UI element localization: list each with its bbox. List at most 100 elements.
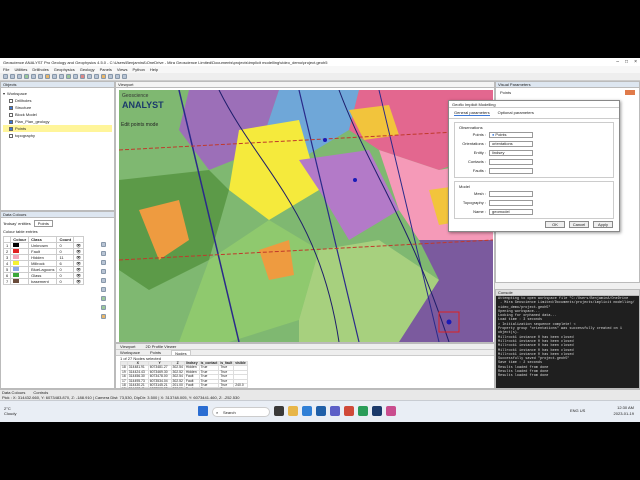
colour-table-row[interactable]: 7 basement 0 👁 [2, 278, 85, 285]
tree-item-block-model[interactable]: Block Model [3, 111, 112, 118]
view-top-icon[interactable] [108, 74, 113, 79]
measure-icon[interactable] [52, 74, 57, 79]
menu-geology[interactable]: Geology [80, 67, 95, 72]
tree-item-structure[interactable]: Structure [3, 104, 112, 111]
language-indicator[interactable]: ENG US [570, 408, 585, 413]
colour-swatch[interactable] [625, 90, 635, 95]
name-input[interactable]: geomodel [489, 208, 533, 215]
entity-select-dialog[interactable]: lindsey [489, 149, 533, 156]
excel-icon[interactable] [358, 406, 368, 416]
geoscience-analyst-icon[interactable] [372, 406, 382, 416]
palette-icon[interactable] [101, 314, 106, 319]
tab-nodes[interactable]: Nodes [171, 350, 191, 356]
checkbox[interactable] [9, 112, 13, 117]
menu-utilities[interactable]: Utilities [14, 67, 27, 72]
add-class-icon[interactable] [101, 242, 106, 247]
class-name[interactable]: basement [28, 278, 58, 285]
checkbox[interactable] [9, 105, 13, 110]
zoom-icon[interactable] [38, 74, 43, 79]
checkbox[interactable] [9, 133, 13, 138]
tab-optional-parameters[interactable]: Optional parameters [498, 110, 534, 116]
mesh-select[interactable] [489, 190, 533, 197]
tab-points[interactable]: Points [150, 350, 161, 355]
column-header[interactable]: visible [233, 360, 248, 367]
console-line: - Mira Geoscience Limited/Documents/proj… [498, 301, 635, 306]
contacts-select[interactable] [489, 158, 533, 165]
points-select[interactable]: ● Points [489, 131, 533, 138]
menu-file[interactable]: File [3, 67, 9, 72]
minimize-icon[interactable]: – [616, 59, 619, 65]
menu-views[interactable]: Views [117, 67, 128, 72]
tree-item-plan-geology[interactable]: Plan_Plan_geology [3, 118, 112, 125]
cancel-button[interactable]: Cancel [569, 221, 589, 228]
new-icon[interactable] [3, 74, 8, 79]
weather-widget[interactable]: 2°C Cloudy [4, 406, 16, 416]
select-icon[interactable] [24, 74, 29, 79]
checkbox[interactable] [9, 119, 13, 124]
open-icon[interactable] [10, 74, 15, 79]
colour-table-label: Colour table entries [3, 229, 38, 234]
delete-icon[interactable] [80, 74, 85, 79]
eye-icon[interactable]: 👁 [73, 278, 85, 285]
app2-icon[interactable] [386, 406, 396, 416]
tree-item-workspace[interactable]: ▾ Workspace [3, 90, 112, 97]
tab-general-parameters[interactable]: General parameters [454, 110, 490, 116]
ok-button[interactable]: OK [545, 221, 565, 228]
topography-select[interactable] [489, 199, 533, 206]
main-toolbar [0, 73, 640, 81]
faults-select[interactable] [489, 167, 533, 174]
close-icon[interactable]: × [634, 59, 637, 65]
taskbar-search[interactable]: ⌕ Search [212, 407, 270, 417]
menu-python[interactable]: Python [132, 67, 144, 72]
menu-drillholes[interactable]: Drillholes [32, 67, 48, 72]
view-front-icon[interactable] [115, 74, 120, 79]
tree-item-topography[interactable]: topography [3, 132, 112, 139]
tab-workspace[interactable]: Workspace [120, 350, 140, 355]
maximize-icon[interactable]: □ [625, 59, 628, 65]
move-up-icon[interactable] [101, 260, 106, 265]
pencil-icon[interactable] [101, 296, 106, 301]
apply-button[interactable]: Apply [593, 221, 613, 228]
geology-map[interactable] [119, 90, 493, 342]
menu-panels[interactable]: Panels [100, 67, 112, 72]
view-tab-2d-profile[interactable]: 2D Profile Viewer [146, 344, 177, 349]
app-icon[interactable] [344, 406, 354, 416]
folder-icon: ▾ [3, 91, 6, 96]
class-name[interactable]: BlueLagoons [28, 266, 58, 273]
viewport-3d[interactable]: Viewport Geoscience ANALYST Edit points … [115, 81, 495, 343]
layers-icon[interactable] [66, 74, 71, 79]
import-icon[interactable] [101, 278, 106, 283]
menu-geophysics[interactable]: Geophysics [54, 67, 75, 72]
grid-icon[interactable] [87, 74, 92, 79]
outlook-icon[interactable] [316, 406, 326, 416]
col-colour: Colour [10, 236, 30, 243]
implicit-modelling-dialog: Geoflo Implicit Modelling General parame… [448, 100, 620, 232]
section-icon[interactable] [59, 74, 64, 79]
move-down-icon[interactable] [101, 269, 106, 274]
label-icon[interactable] [94, 74, 99, 79]
light-icon[interactable] [101, 74, 106, 79]
remove-class-icon[interactable] [101, 251, 106, 256]
checkbox[interactable] [9, 126, 13, 131]
teams-icon[interactable] [330, 406, 340, 416]
menu-help[interactable]: Help [150, 67, 158, 72]
export-icon[interactable] [101, 287, 106, 292]
start-icon[interactable] [198, 406, 208, 416]
apply-icon[interactable] [101, 305, 106, 310]
camera-icon[interactable] [73, 74, 78, 79]
colour-swatch[interactable] [10, 278, 30, 285]
edge-icon[interactable] [302, 406, 312, 416]
entity-select[interactable]: Points [33, 220, 53, 227]
checkbox[interactable] [9, 98, 13, 103]
view-side-icon[interactable] [122, 74, 127, 79]
task-view-icon[interactable] [274, 406, 284, 416]
file-explorer-icon[interactable] [288, 406, 298, 416]
save-icon[interactable] [17, 74, 22, 79]
rotate-icon[interactable] [45, 74, 50, 79]
tree-item-points[interactable]: Points [3, 125, 112, 132]
orientations-select[interactable]: orientations [489, 140, 533, 147]
pan-icon[interactable] [31, 74, 36, 79]
clock[interactable]: 12:30 AM 2023-01-19 [614, 405, 634, 417]
view-tab-viewport[interactable]: Viewport [120, 344, 136, 349]
tree-item-drillholes[interactable]: Drillholes [3, 97, 112, 104]
